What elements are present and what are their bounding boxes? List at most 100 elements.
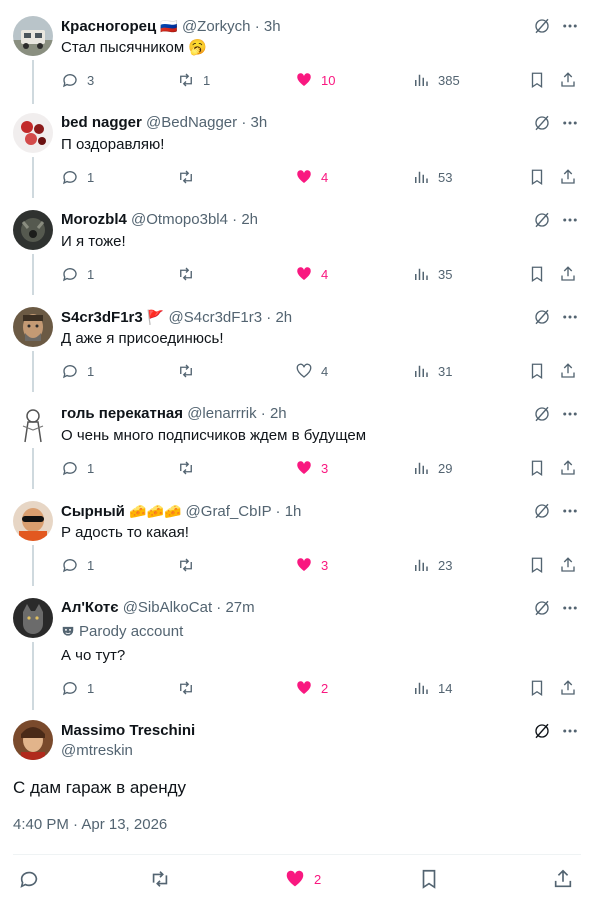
display-name[interactable]: S4cr3dF1r3 bbox=[61, 309, 143, 326]
share-button[interactable] bbox=[559, 678, 577, 698]
avatar[interactable] bbox=[13, 720, 53, 760]
share-button[interactable] bbox=[559, 458, 577, 478]
repost-button[interactable] bbox=[177, 167, 195, 187]
reply-button[interactable]: 1 bbox=[61, 264, 94, 284]
user-handle[interactable]: @Zorkych bbox=[182, 18, 251, 35]
share-button[interactable] bbox=[559, 264, 577, 284]
more-icon[interactable] bbox=[561, 17, 579, 35]
like-button[interactable]: 2 bbox=[284, 868, 321, 890]
user-handle[interactable]: @S4cr3dF1r3 bbox=[169, 309, 263, 326]
repost-button[interactable]: 1 bbox=[177, 70, 210, 90]
display-name[interactable]: голь перекатная bbox=[61, 405, 183, 422]
more-icon[interactable] bbox=[561, 502, 579, 520]
display-name[interactable]: Massimo Treschini bbox=[61, 721, 195, 741]
display-name[interactable]: Красногорец bbox=[61, 18, 156, 35]
avatar[interactable] bbox=[13, 113, 53, 153]
like-button[interactable]: 3 bbox=[295, 555, 328, 575]
grok-icon[interactable] bbox=[533, 502, 551, 520]
views-button[interactable]: 35 bbox=[412, 264, 452, 284]
avatar[interactable] bbox=[13, 501, 53, 541]
display-name[interactable]: Сырный bbox=[61, 503, 125, 520]
repost-button[interactable] bbox=[177, 678, 195, 698]
user-handle[interactable]: @mtreskin bbox=[61, 741, 133, 761]
bookmark-button[interactable] bbox=[528, 361, 546, 381]
reply-post[interactable]: голь перекатная @lenarrrik · 2h О чень м… bbox=[0, 388, 597, 489]
repost-button[interactable] bbox=[177, 361, 195, 381]
like-button[interactable]: 4 bbox=[295, 264, 328, 284]
reply-button[interactable]: 3 bbox=[61, 70, 94, 90]
like-button[interactable]: 4 bbox=[295, 167, 328, 187]
reply-post[interactable]: Красногорец 🇷🇺 @Zorkych · 3h Стал пысячн… bbox=[0, 0, 597, 104]
share-button[interactable] bbox=[559, 167, 577, 187]
views-button[interactable]: 385 bbox=[412, 70, 460, 90]
grok-icon[interactable] bbox=[533, 405, 551, 423]
user-handle[interactable]: @SibAlkoCat bbox=[123, 599, 212, 616]
avatar[interactable] bbox=[13, 404, 53, 444]
bookmark-button[interactable] bbox=[528, 458, 546, 478]
views-button[interactable]: 29 bbox=[412, 458, 452, 478]
grok-icon[interactable] bbox=[533, 17, 551, 35]
timestamp[interactable]: 2h bbox=[270, 405, 287, 422]
bookmark-button[interactable] bbox=[528, 264, 546, 284]
post-timestamp[interactable]: 4:40 PM · Apr 13, 2026 bbox=[13, 815, 167, 835]
grok-icon[interactable] bbox=[533, 308, 551, 326]
repost-button[interactable] bbox=[177, 458, 195, 478]
more-icon[interactable] bbox=[561, 405, 579, 423]
like-button[interactable]: 3 bbox=[295, 458, 328, 478]
grok-icon[interactable] bbox=[533, 114, 551, 132]
reply-button[interactable]: 1 bbox=[61, 678, 94, 698]
user-handle[interactable]: @Otmoро3bl4 bbox=[131, 211, 228, 228]
share-button[interactable] bbox=[552, 868, 574, 890]
more-icon[interactable] bbox=[561, 211, 579, 229]
like-button[interactable]: 2 bbox=[295, 678, 328, 698]
reply-button[interactable]: 1 bbox=[61, 361, 94, 381]
repost-button[interactable] bbox=[177, 264, 195, 284]
bookmark-button[interactable] bbox=[418, 868, 440, 890]
avatar[interactable] bbox=[13, 598, 53, 638]
reply-button[interactable]: 1 bbox=[61, 458, 94, 478]
timestamp[interactable]: 2h bbox=[241, 211, 258, 228]
grok-icon[interactable] bbox=[533, 211, 551, 229]
reply-post[interactable]: bed nagger @BedNagger · 3h П оздоравляю!… bbox=[0, 97, 597, 198]
user-handle[interactable]: @Graf_CbIP bbox=[186, 503, 272, 520]
reply-post[interactable]: Ал'Котє @SibAlkoCat · 27m Parody account… bbox=[0, 582, 597, 710]
bookmark-button[interactable] bbox=[528, 678, 546, 698]
like-button[interactable]: 10 bbox=[295, 70, 335, 90]
views-button[interactable]: 23 bbox=[412, 555, 452, 575]
share-button[interactable] bbox=[559, 70, 577, 90]
like-button[interactable]: 4 bbox=[295, 361, 328, 381]
grok-icon[interactable] bbox=[533, 599, 551, 617]
reply-button[interactable]: 1 bbox=[61, 167, 94, 187]
user-handle[interactable]: @BedNagger bbox=[146, 114, 237, 131]
timestamp[interactable]: 2h bbox=[275, 309, 292, 326]
bookmark-button[interactable] bbox=[528, 167, 546, 187]
views-button[interactable]: 14 bbox=[412, 678, 452, 698]
timestamp[interactable]: 3h bbox=[264, 18, 281, 35]
more-icon[interactable] bbox=[561, 599, 579, 617]
views-button[interactable]: 31 bbox=[412, 361, 452, 381]
avatar[interactable] bbox=[13, 210, 53, 250]
views-button[interactable]: 53 bbox=[412, 167, 452, 187]
reply-button[interactable]: 1 bbox=[61, 555, 94, 575]
display-name[interactable]: bed nagger bbox=[61, 114, 142, 131]
grok-icon[interactable] bbox=[533, 722, 551, 740]
user-handle[interactable]: @lenarrrik bbox=[187, 405, 256, 422]
display-name[interactable]: Morozbl4 bbox=[61, 211, 127, 228]
timestamp[interactable]: 1h bbox=[285, 503, 302, 520]
timestamp[interactable]: 27m bbox=[225, 599, 254, 616]
more-icon[interactable] bbox=[561, 114, 579, 132]
repost-button[interactable] bbox=[177, 555, 195, 575]
avatar[interactable] bbox=[13, 307, 53, 347]
share-button[interactable] bbox=[559, 555, 577, 575]
avatar[interactable] bbox=[13, 16, 53, 56]
more-icon[interactable] bbox=[561, 308, 579, 326]
reply-post[interactable]: S4cr3dF1r3 🚩 @S4cr3dF1r3 · 2h Д аже я пр… bbox=[0, 291, 597, 392]
display-name[interactable]: Ал'Котє bbox=[61, 599, 119, 616]
reply-post[interactable]: Сырный 🧀🧀🧀 @Graf_CbIP · 1h Р адость то к… bbox=[0, 485, 597, 586]
reply-post[interactable]: Morozbl4 @Otmoро3bl4 · 2h И я тоже! 1 4 … bbox=[0, 194, 597, 295]
bookmark-button[interactable] bbox=[528, 70, 546, 90]
repost-button[interactable] bbox=[149, 868, 171, 890]
reply-button[interactable] bbox=[18, 868, 40, 890]
more-icon[interactable] bbox=[561, 722, 579, 740]
timestamp[interactable]: 3h bbox=[251, 114, 268, 131]
